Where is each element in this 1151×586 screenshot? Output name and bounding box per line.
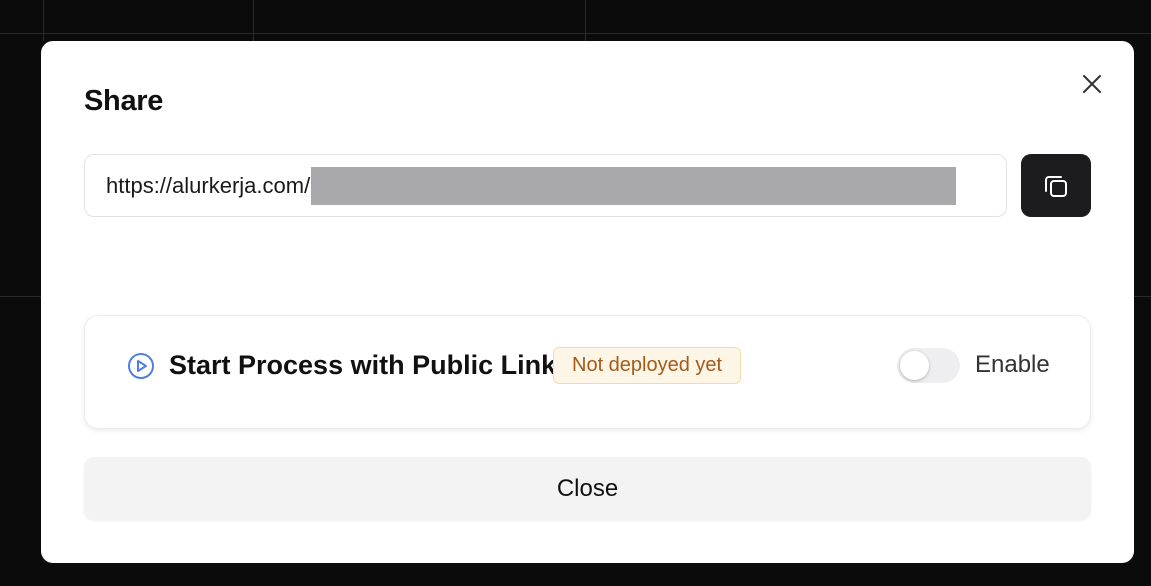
background-grid-line xyxy=(253,0,254,41)
process-title: Start Process with Public Link xyxy=(169,350,557,380)
toggle-knob xyxy=(900,351,929,380)
redacted-url-path xyxy=(311,166,957,205)
enable-toggle[interactable] xyxy=(897,348,960,383)
close-button[interactable]: Close xyxy=(84,457,1091,520)
enable-toggle-label[interactable]: Enable xyxy=(975,351,1050,379)
share-url-field[interactable]: https://alurkerja.com/ xyxy=(84,154,1007,217)
public-link-process-card: Start Process with Public Link Not deplo… xyxy=(84,315,1091,429)
background-grid-line xyxy=(1134,296,1151,297)
background-grid-line xyxy=(585,0,586,41)
copy-link-button[interactable] xyxy=(1021,154,1091,217)
background-grid-line xyxy=(43,0,44,41)
status-badge: Not deployed yet xyxy=(553,347,742,384)
background-grid-line xyxy=(0,33,1151,34)
background-grid-line xyxy=(0,296,41,297)
close-icon[interactable] xyxy=(1079,71,1105,97)
copy-icon xyxy=(1045,175,1067,197)
share-url-text: https://alurkerja.com/ xyxy=(106,172,311,198)
dialog-title: Share xyxy=(84,85,164,117)
play-circle-icon xyxy=(128,353,154,379)
share-dialog: Share https://alurkerja.com/ Start Proce… xyxy=(41,41,1134,563)
